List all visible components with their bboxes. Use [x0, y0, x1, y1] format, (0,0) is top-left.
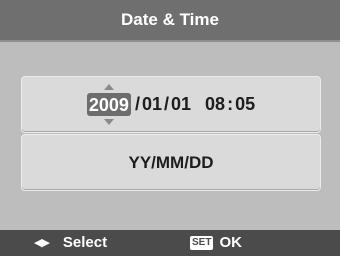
set-button-icon: SET	[190, 235, 214, 250]
page-title: Date & Time	[0, 0, 340, 42]
camera-menu-screen: Date & Time 2009 / 01 / 01 08 : 05 YY/MM…	[0, 0, 340, 256]
footer-hint-bar: ◀▶ Select SET OK	[0, 230, 340, 256]
date-separator: /	[134, 94, 140, 114]
time-separator: :	[227, 94, 234, 114]
hour-field[interactable]: 08	[205, 94, 225, 115]
select-hint: ◀▶ Select	[34, 234, 107, 251]
datetime-row[interactable]: 2009 / 01 / 01 08 : 05	[21, 76, 321, 133]
date-format-value: YY/MM/DD	[128, 152, 214, 172]
date-format-row[interactable]: YY/MM/DD	[21, 134, 321, 191]
date-separator: /	[163, 94, 169, 114]
ok-hint: SET OK	[190, 234, 242, 251]
year-field[interactable]: 2009	[86, 84, 131, 125]
ok-label: OK	[219, 234, 242, 251]
minute-field[interactable]: 05	[235, 94, 255, 115]
month-field[interactable]: 01	[142, 94, 162, 115]
arrow-up-icon[interactable]	[103, 84, 114, 90]
page-title-text: Date & Time	[121, 10, 219, 29]
day-field[interactable]: 01	[171, 94, 191, 115]
arrow-down-icon[interactable]	[103, 119, 114, 125]
select-label: Select	[62, 234, 108, 251]
datetime-value: 2009 / 01 / 01 08 : 05	[86, 84, 255, 125]
year-value: 2009	[86, 93, 131, 116]
left-right-arrows-icon: ◀▶	[34, 237, 50, 249]
